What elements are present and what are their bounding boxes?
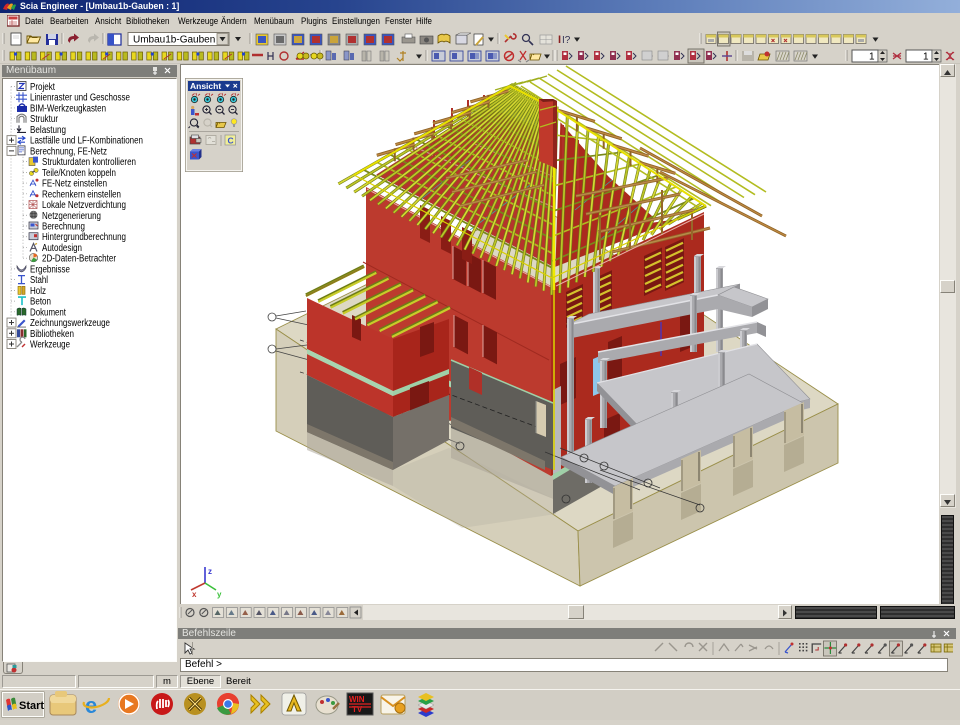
svg-text:Start: Start (19, 700, 44, 712)
svg-text:Projekt: Projekt (30, 82, 55, 93)
svg-text:Beton: Beton (30, 297, 51, 308)
svg-text:z: z (208, 567, 212, 576)
svg-text:Teile/Knoten koppeln: Teile/Knoten koppeln (42, 168, 116, 179)
svg-text:2D-Daten-Betrachter: 2D-Daten-Betrachter (42, 254, 117, 265)
svg-text:BIM-Werkzeugkasten: BIM-Werkzeugkasten (30, 103, 106, 114)
svg-text:Werkzeuge: Werkzeuge (30, 340, 70, 351)
svg-text:Netzgenerierung: Netzgenerierung (42, 211, 101, 222)
svg-text:x: x (192, 590, 197, 599)
svg-text:FE-Netz einstellen: FE-Netz einstellen (42, 179, 107, 190)
svg-text:e: e (85, 693, 97, 718)
svg-text:Lastfälle und LF-Kombinationen: Lastfälle und LF-Kombinationen (30, 136, 143, 147)
svg-text:1: 1 (869, 52, 875, 63)
svg-text:Holz: Holz (30, 286, 46, 297)
svg-text:C: C (228, 136, 234, 146)
svg-text:Hintergrundberechnung: Hintergrundberechnung (42, 232, 126, 243)
svg-text:Belastung: Belastung (30, 125, 66, 136)
svg-text:Strukturdaten kontrollieren: Strukturdaten kontrollieren (42, 157, 136, 168)
svg-text:Struktur: Struktur (30, 114, 59, 125)
svg-text:Rechenkern einstellen: Rechenkern einstellen (42, 189, 121, 200)
svg-text:Umbau1b-Gauben: Umbau1b-Gauben (133, 35, 215, 46)
svg-text:y: y (217, 590, 222, 599)
svg-text:Autodesign: Autodesign (42, 243, 82, 254)
svg-text:Ergebnisse: Ergebnisse (30, 264, 70, 275)
svg-text:Lokale Netzverdichtung: Lokale Netzverdichtung (42, 200, 126, 211)
svg-text:Ansicht: Ansicht (190, 81, 221, 91)
svg-text:Bibliotheken: Bibliotheken (30, 329, 74, 340)
svg-text:I?: I? (562, 35, 571, 46)
svg-text:Linienraster und Geschosse: Linienraster und Geschosse (30, 93, 130, 104)
svg-text:Berechnung: Berechnung (42, 221, 85, 232)
svg-text:Dokument: Dokument (30, 307, 66, 318)
svg-text:Berechnung, FE-Netz: Berechnung, FE-Netz (30, 146, 107, 157)
svg-text:Stahl: Stahl (30, 275, 48, 286)
svg-text:WIN: WIN (349, 695, 365, 704)
svg-text:I: I (558, 34, 561, 46)
svg-text:Zeichnungswerkzeuge: Zeichnungswerkzeuge (30, 318, 110, 329)
svg-text:1: 1 (923, 52, 929, 63)
